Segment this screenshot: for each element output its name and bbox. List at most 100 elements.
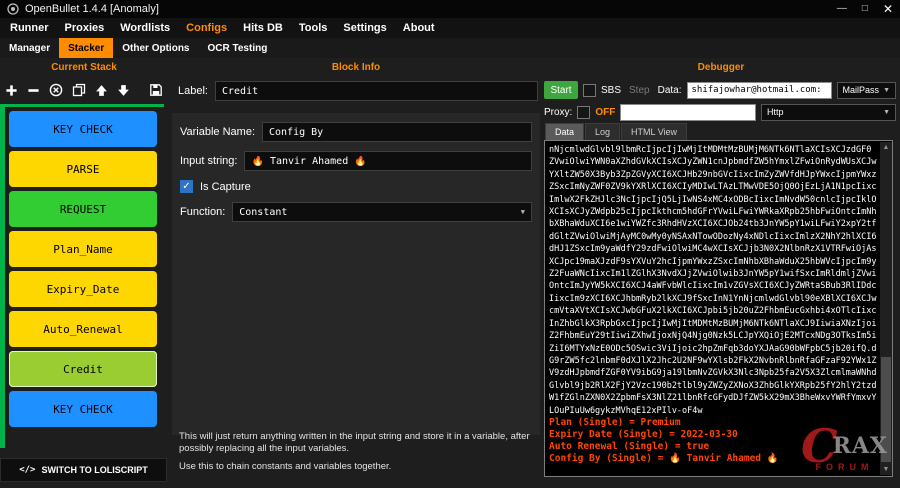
step-button[interactable]: Step: [626, 85, 653, 96]
subtab-stacker[interactable]: Stacker: [59, 38, 113, 58]
menu-item-tools[interactable]: Tools: [291, 22, 336, 34]
capture-line-plan: Plan (Single) = Premium: [549, 417, 878, 429]
add-block-button[interactable]: [5, 84, 18, 97]
save-icon: [149, 83, 163, 97]
input-string-label: Input string:: [180, 155, 237, 167]
is-capture-label: Is Capture: [200, 181, 251, 193]
block-settings-panel: Variable Name: Input string: Is Capture …: [172, 113, 540, 435]
input-string-row: Input string:: [180, 151, 532, 171]
configs-subtabs: Manager Stacker Other Options OCR Testin…: [0, 38, 900, 58]
save-config-button[interactable]: [149, 83, 163, 97]
stack-toolbar: [5, 79, 163, 101]
scroll-down-button[interactable]: [880, 464, 892, 475]
data-label: Data:: [658, 85, 682, 96]
scroll-up-button[interactable]: [880, 142, 892, 153]
function-combobox[interactable]: Constant: [232, 202, 532, 222]
titlebar: OpenBullet 1.4.4 [Anomaly] — □ ✕: [0, 0, 900, 18]
stack-block-credit[interactable]: Credit: [9, 351, 157, 387]
close-button[interactable]: ✕: [883, 0, 893, 18]
debugger-proxy-row: Proxy: OFF Http: [544, 102, 896, 122]
sbs-label: SBS: [601, 85, 621, 96]
capture-line-expiry-date: Expiry Date (Single) = 2022-03-30: [549, 429, 878, 441]
clone-block-button[interactable]: [72, 83, 86, 97]
capture-line-config-by: Config By (Single) = 🔥 Tanvir Ahamed 🔥: [549, 453, 878, 465]
subtab-manager[interactable]: Manager: [0, 38, 59, 58]
sbs-checkbox[interactable]: [583, 84, 596, 97]
input-string-input[interactable]: [244, 151, 532, 171]
minimize-button[interactable]: —: [837, 0, 847, 18]
stack-block-key-check-2[interactable]: KEY CHECK: [9, 391, 157, 427]
debugger-log-text: nNjcmlwdGlvbl9lbmRcIjpcIjIwMjItMDMtMzBUM…: [549, 144, 878, 417]
stack-left-strip: [0, 107, 5, 448]
menu-item-hitsdb[interactable]: Hits DB: [235, 22, 291, 34]
maximize-button[interactable]: □: [862, 0, 868, 18]
is-capture-checkbox[interactable]: [180, 180, 193, 193]
stack-block-parse[interactable]: PARSE: [9, 151, 157, 187]
debug-data-input[interactable]: [687, 82, 832, 99]
proxy-status-label: OFF: [595, 107, 615, 118]
code-icon: </>: [19, 465, 35, 475]
window-controls: — □ ✕: [837, 0, 893, 18]
proxy-type-combobox[interactable]: Http: [761, 104, 896, 121]
menu-item-configs[interactable]: Configs: [178, 22, 235, 34]
arrow-up-icon: [95, 84, 108, 97]
proxy-input[interactable]: [620, 104, 756, 121]
debugger-title: Debugger: [542, 62, 900, 73]
menu-item-settings[interactable]: Settings: [335, 22, 394, 34]
block-label-input[interactable]: [215, 81, 538, 101]
app-icon: [7, 3, 19, 15]
stack-block-expiry-date[interactable]: Expiry_Date: [9, 271, 157, 307]
variable-name-input[interactable]: [262, 122, 532, 142]
help-text-line-2: Use this to chain constants and variable…: [179, 461, 533, 473]
openbullet-window: OpenBullet 1.4.4 [Anomaly] — □ ✕ Runner …: [0, 0, 900, 488]
proxy-type-value: Http: [767, 107, 784, 117]
wordlist-type-value: MailPass: [843, 85, 880, 95]
clone-icon: [72, 83, 86, 97]
function-row: Function: Constant: [180, 202, 532, 222]
block-stack-list: KEY CHECK PARSE REQUEST Plan_Name Expiry…: [9, 111, 157, 431]
minus-icon: [27, 84, 40, 97]
switch-to-loliscript-button[interactable]: </> SWITCH TO LOLISCRIPT: [0, 458, 167, 482]
stack-block-key-check-1[interactable]: KEY CHECK: [9, 111, 157, 147]
disable-block-button[interactable]: [49, 83, 63, 97]
subtab-ocr-testing[interactable]: OCR Testing: [199, 38, 277, 58]
move-block-up-button[interactable]: [95, 84, 108, 97]
stack-top-rule: [0, 104, 164, 107]
current-stack-title: Current Stack: [0, 62, 168, 73]
plus-icon: [5, 84, 18, 97]
start-button[interactable]: Start: [544, 81, 578, 99]
menu-item-runner[interactable]: Runner: [2, 22, 57, 34]
tab-html-view[interactable]: HTML View: [621, 123, 687, 140]
stack-block-request[interactable]: REQUEST: [9, 191, 157, 227]
window-title: OpenBullet 1.4.4 [Anomaly]: [25, 3, 159, 15]
arrow-down-icon: [117, 84, 130, 97]
proxy-checkbox[interactable]: [577, 106, 590, 119]
tab-log[interactable]: Log: [585, 123, 620, 140]
stack-block-plan-name[interactable]: Plan_Name: [9, 231, 157, 267]
function-label: Function:: [180, 206, 225, 218]
menu-item-proxies[interactable]: Proxies: [57, 22, 113, 34]
block-help-text: This will just return anything written i…: [179, 431, 533, 478]
function-value: Constant: [239, 207, 287, 218]
scrollbar-thumb[interactable]: [881, 357, 891, 462]
switch-button-label: SWITCH TO LOLISCRIPT: [41, 465, 147, 475]
debugger-controls-row: Start SBS Step Data: MailPass: [544, 80, 896, 100]
subtab-other-options[interactable]: Other Options: [113, 38, 198, 58]
menu-item-wordlists[interactable]: Wordlists: [112, 22, 178, 34]
capture-line-auto-renewal: Auto Renewal (Single) = true: [549, 441, 878, 453]
wordlist-type-combobox[interactable]: MailPass: [837, 82, 896, 99]
help-text-line-1: This will just return anything written i…: [179, 431, 533, 456]
is-capture-row: Is Capture: [180, 180, 532, 193]
menu-item-about[interactable]: About: [395, 22, 443, 34]
debugger-tabs: Data Log HTML View: [545, 123, 687, 140]
move-block-down-button[interactable]: [117, 84, 130, 97]
proxy-label: Proxy:: [544, 107, 572, 118]
remove-block-button[interactable]: [27, 84, 40, 97]
variable-name-label: Variable Name:: [180, 126, 255, 138]
label-field-label: Label:: [178, 85, 208, 97]
stack-block-auto-renewal[interactable]: Auto_Renewal: [9, 311, 157, 347]
tab-data[interactable]: Data: [545, 123, 584, 140]
debugger-log-area[interactable]: nNjcmlwdGlvbl9lbmRcIjpcIjIwMjItMDMtMzBUM…: [544, 140, 893, 477]
log-scrollbar[interactable]: [880, 142, 892, 475]
x-circle-icon: [49, 83, 63, 97]
